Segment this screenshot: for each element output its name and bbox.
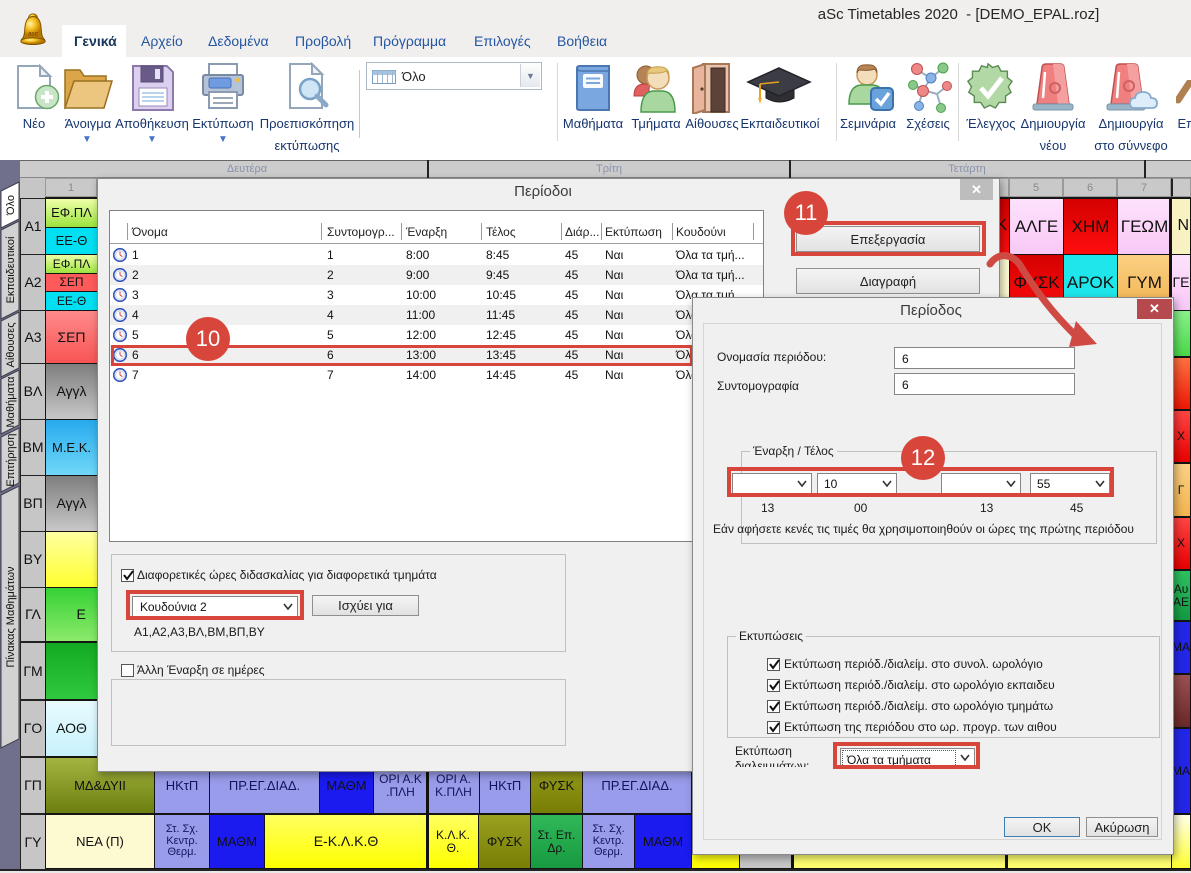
- svg-text:Μαθήματα: Μαθήματα: [5, 376, 17, 428]
- svg-text:asc: asc: [28, 31, 39, 38]
- svg-text:Αίθουσες: Αίθουσες: [5, 322, 17, 367]
- svg-text:Εκπαιδευτικοί: Εκπαιδευτικοί: [5, 236, 17, 303]
- svg-text:Επιτήρηση: Επιτήρηση: [5, 433, 17, 486]
- svg-text:Όλο: Όλο: [5, 195, 17, 216]
- svg-text:Πίνακας Μαθημάτων: Πίνακας Μαθημάτων: [5, 566, 17, 668]
